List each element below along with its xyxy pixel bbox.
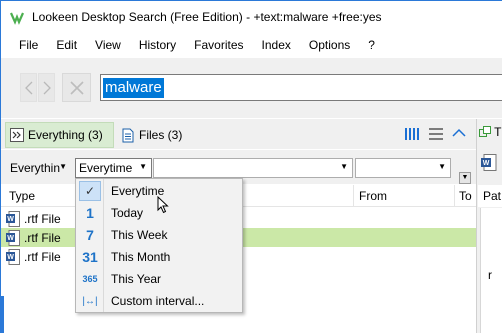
calendar-month-icon: 31 — [82, 249, 98, 265]
calendar-year-icon: 365 — [82, 274, 98, 284]
row-type: .rtf File — [24, 230, 61, 245]
dropdown-item-label: Custom interval... — [111, 294, 205, 308]
dropdown-item-this-year[interactable]: 365 This Year — [77, 268, 241, 290]
dropdown-item-custom-interval[interactable]: |↔| Custom interval... — [77, 290, 241, 312]
title-bar: Lookeen Desktop Search (Free Edition) - … — [1, 1, 502, 32]
close-icon — [69, 80, 84, 95]
column-header-to[interactable]: To — [459, 189, 472, 203]
tab-everything[interactable]: Everything (3) — [5, 122, 114, 148]
filter-combo-3[interactable]: ▼ — [153, 158, 353, 178]
dropdown-item-this-month[interactable]: 31 This Month — [77, 246, 241, 268]
preview-path-column-header[interactable]: Pat — [478, 185, 502, 207]
preview-text-fragment: r — [488, 268, 492, 282]
row-type: .rtf File — [24, 249, 61, 264]
window-title: Lookeen Desktop Search (Free Edition) - … — [32, 9, 382, 24]
mouse-cursor-icon — [157, 196, 169, 214]
category-filter-combo[interactable]: Everythin ▼ — [6, 158, 72, 178]
dropdown-item-label: This Week — [111, 228, 168, 242]
tab-everything-label: Everything (3) — [28, 128, 103, 142]
column-separator[interactable] — [454, 185, 455, 207]
tab-files[interactable]: Files (3) — [118, 122, 182, 148]
app-logo-icon — [9, 12, 25, 25]
menu-history[interactable]: History — [130, 35, 185, 55]
category-filter-value: Everythin — [10, 161, 61, 175]
dropdown-item-label: This Month — [111, 250, 171, 264]
menu-options[interactable]: Options — [300, 35, 359, 55]
filter-options-button[interactable]: ▼ — [459, 172, 471, 184]
chevron-down-icon: ▼ — [438, 162, 446, 171]
svg-text:W: W — [7, 254, 14, 261]
row-type: .rtf File — [24, 211, 61, 226]
list-view-icon[interactable] — [428, 127, 444, 141]
dropdown-item-label: Today — [111, 206, 144, 220]
menu-favorites[interactable]: Favorites — [185, 35, 252, 55]
word-document-icon: W — [6, 229, 20, 246]
back-button[interactable] — [20, 73, 37, 102]
dropdown-item-this-week[interactable]: 7 This Week — [77, 224, 241, 246]
chevron-left-icon — [24, 81, 32, 94]
chevron-down-icon: ▼ — [340, 162, 348, 171]
column-view-icon[interactable] — [405, 127, 421, 141]
menu-index[interactable]: Index — [253, 35, 300, 55]
interval-icon: |↔| — [82, 295, 98, 307]
calendar-day-icon: 1 — [86, 205, 94, 221]
collapse-up-icon[interactable] — [452, 128, 466, 138]
document-icon — [122, 128, 134, 142]
preview-tab-label: T — [494, 125, 502, 139]
search-query-text: malware — [103, 78, 164, 98]
menu-bar: File Edit View History Favorites Index O… — [1, 33, 502, 57]
search-toolbar: malware — [1, 58, 502, 118]
forward-button[interactable] — [38, 73, 55, 102]
date-filter-combo[interactable]: Everytime ▼ — [75, 158, 152, 178]
column-header-from[interactable]: From — [359, 189, 387, 203]
column-header-type[interactable]: Type — [9, 189, 35, 203]
menu-edit[interactable]: Edit — [47, 35, 86, 55]
chevron-down-icon: ▼ — [59, 162, 67, 171]
result-tabs-bar: Everything (3) Files (3) — [1, 119, 476, 149]
word-document-icon: W — [6, 210, 20, 227]
preview-tab[interactable]: T — [479, 125, 502, 143]
filter-combo-4[interactable]: ▼ — [355, 158, 451, 178]
clear-search-button[interactable] — [62, 73, 91, 102]
menu-file[interactable]: File — [10, 35, 47, 55]
svg-text:W: W — [483, 160, 490, 167]
column-separator[interactable] — [353, 185, 354, 207]
chevron-down-icon: ▼ — [139, 162, 147, 171]
dropdown-item-label: This Year — [111, 272, 162, 286]
date-filter-value: Everytime — [79, 161, 133, 175]
chevron-right-icon — [43, 81, 51, 94]
search-input[interactable]: malware — [100, 74, 502, 101]
expand-arrows-icon — [10, 128, 24, 142]
checkmark-icon: ✓ — [79, 181, 101, 201]
svg-text:W: W — [7, 235, 14, 242]
word-document-icon: W — [481, 154, 497, 171]
tab-files-label: Files (3) — [139, 128, 183, 142]
preview-tab-icon — [479, 126, 491, 137]
word-document-icon: W — [6, 248, 20, 265]
calendar-week-icon: 7 — [86, 227, 94, 243]
menu-help[interactable]: ? — [359, 35, 384, 55]
window-edge — [0, 296, 4, 333]
menu-view[interactable]: View — [86, 35, 130, 55]
svg-text:W: W — [7, 216, 14, 223]
